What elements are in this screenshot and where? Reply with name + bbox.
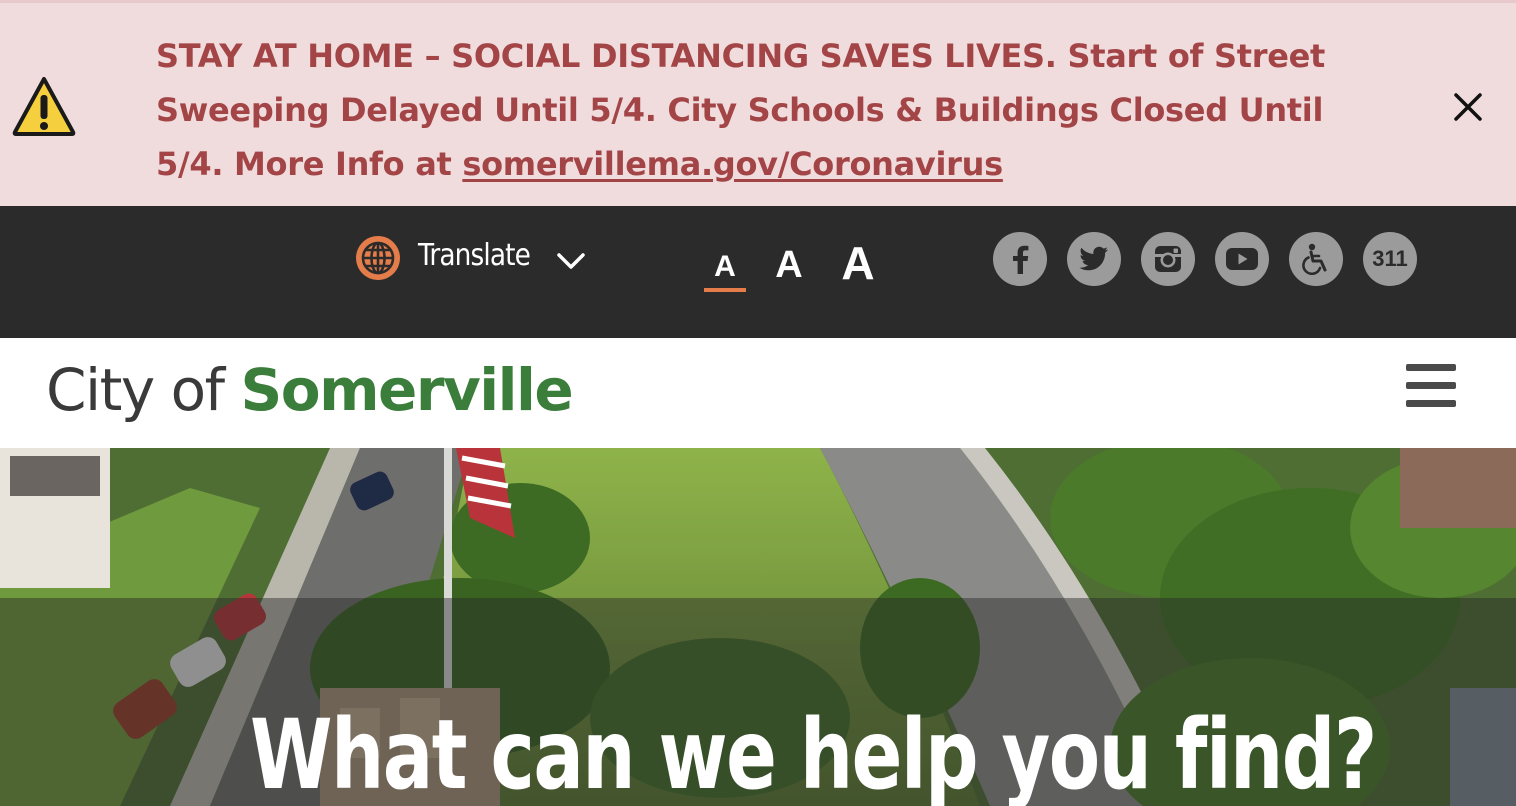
youtube-icon	[1226, 248, 1258, 270]
hamburger-menu-icon[interactable]	[1406, 364, 1458, 408]
twitter-button[interactable]	[1067, 232, 1121, 286]
hero-title: What can we help you find?	[250, 699, 1377, 806]
site-header: City of Somerville	[0, 338, 1516, 448]
close-icon[interactable]	[1446, 85, 1490, 129]
font-size-medium-button[interactable]: A	[768, 244, 810, 287]
facebook-icon	[1013, 245, 1029, 274]
alert-message: STAY AT HOME – SOCIAL DISTANCING SAVES L…	[156, 29, 1396, 191]
facebook-button[interactable]	[993, 232, 1047, 286]
311-label: 311	[1372, 246, 1408, 271]
font-size-small-button[interactable]: A	[704, 250, 746, 292]
youtube-button[interactable]	[1215, 232, 1269, 286]
utility-bar: Translate A A A 311	[0, 206, 1516, 338]
font-size-large-button[interactable]: A	[836, 236, 880, 290]
chevron-down-icon	[557, 253, 585, 269]
hero-section: What can we help you find?	[0, 448, 1516, 806]
logo-name: Somerville	[240, 356, 573, 424]
accessibility-button[interactable]	[1289, 232, 1343, 286]
city-logo[interactable]: City of Somerville	[46, 352, 574, 428]
alert-banner: STAY AT HOME – SOCIAL DISTANCING SAVES L…	[0, 0, 1516, 206]
coronavirus-info-link[interactable]: somervillema.gov/Coronavirus	[462, 145, 1003, 183]
311-button[interactable]: 311	[1363, 232, 1417, 286]
translate-label: Translate	[418, 238, 531, 273]
warning-icon	[12, 77, 76, 136]
twitter-icon	[1079, 246, 1108, 271]
logo-prefix: City of	[46, 356, 225, 424]
translate-dropdown[interactable]: Translate	[354, 230, 594, 292]
accessibility-icon	[1302, 243, 1327, 275]
instagram-icon	[1155, 246, 1181, 272]
instagram-button[interactable]	[1141, 232, 1195, 286]
globe-icon	[356, 236, 400, 280]
